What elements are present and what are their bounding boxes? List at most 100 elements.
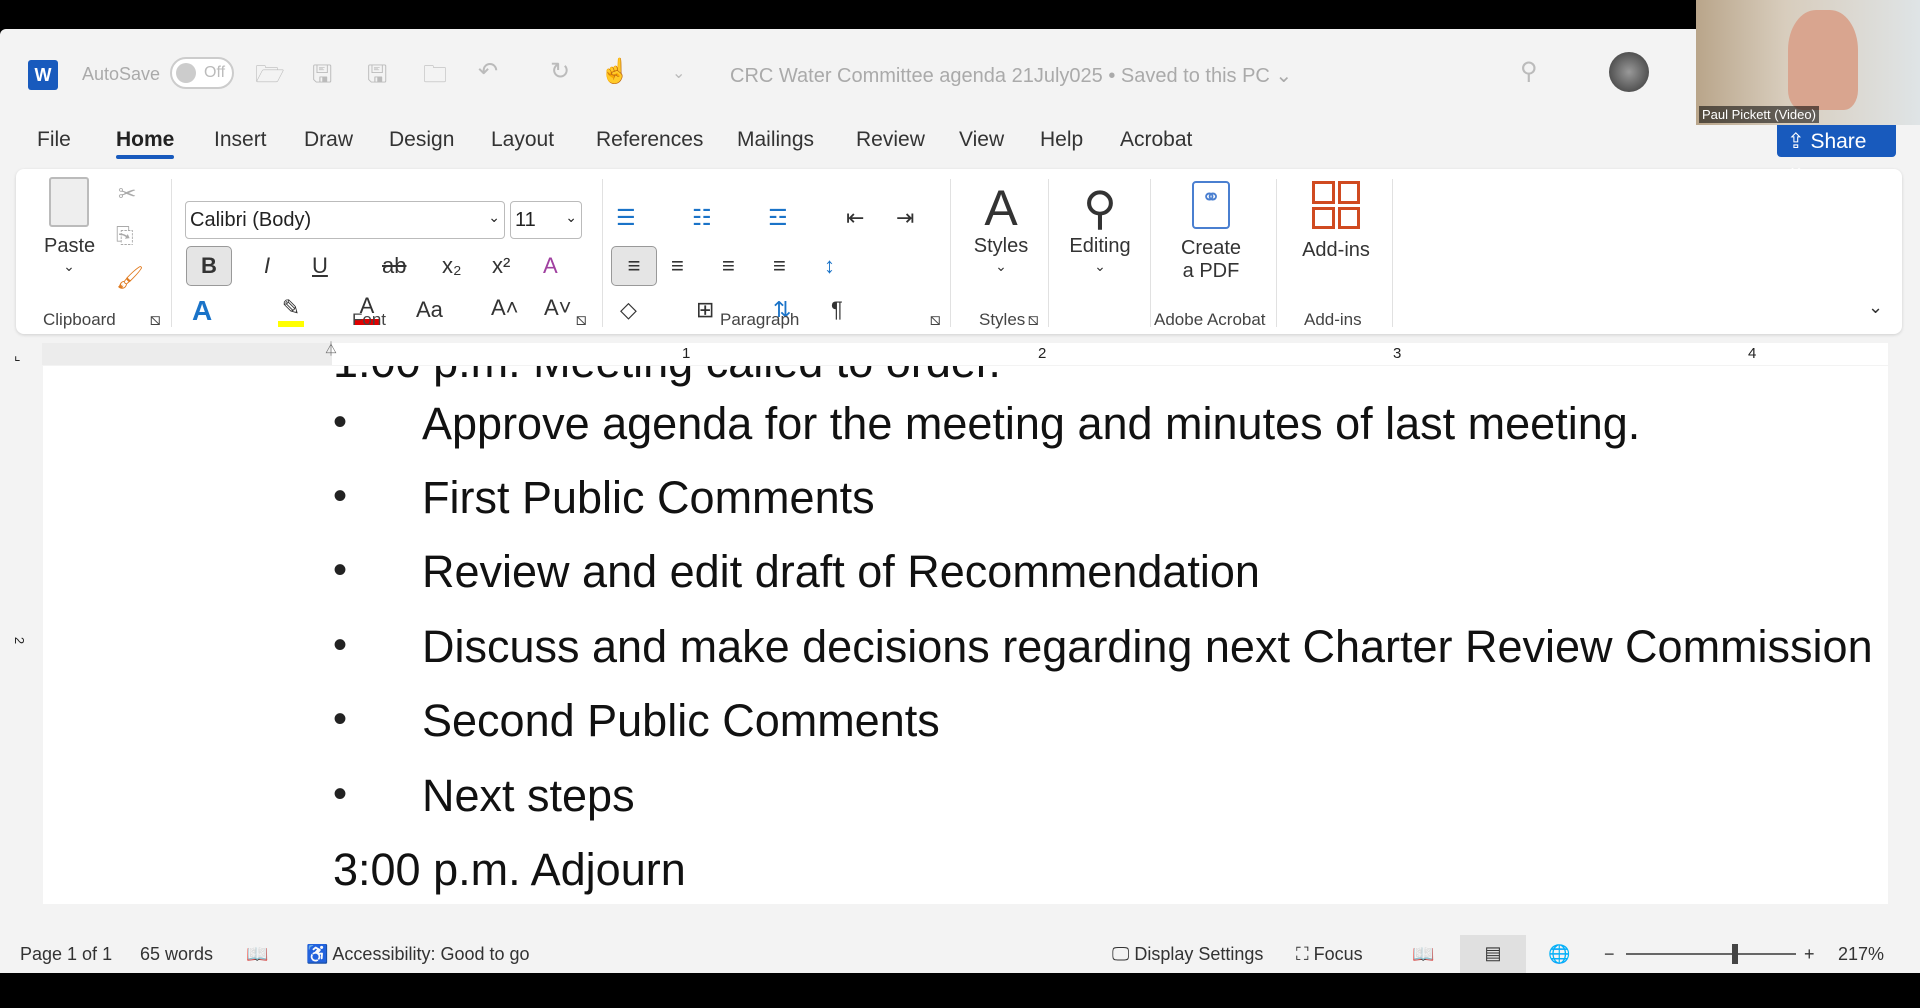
web-layout-icon[interactable]: 🌐 — [1548, 944, 1570, 965]
autosave-toggle[interactable]: Off — [170, 57, 234, 89]
show-formatting-icon[interactable]: ¶ — [831, 297, 843, 323]
status-bar: Page 1 of 1 65 words 📖 ♿ Accessibility: … — [0, 935, 1920, 973]
folder-icon[interactable]: 🗀 — [423, 57, 447, 98]
doc-line-start: 1:00 p.m. Meeting called to order. — [333, 366, 1001, 388]
line-spacing-icon[interactable]: ↕ — [824, 253, 835, 279]
ruler-number: 4 — [1748, 345, 1757, 362]
ruler-number: 2 — [1038, 345, 1047, 362]
document-title[interactable]: CRC Water Committee agenda 21July025 • S… — [730, 63, 1292, 88]
bold-button[interactable]: B — [186, 246, 232, 286]
styles-button[interactable]: A Styles ⌄ — [966, 181, 1036, 275]
zoom-level[interactable]: 217% — [1838, 944, 1884, 965]
change-case-button[interactable]: Aa — [416, 297, 443, 323]
font-size-select[interactable]: 11 ⌄ — [510, 201, 582, 239]
tab-design[interactable]: Design — [389, 128, 454, 152]
search-icon[interactable]: ⚲ — [1520, 57, 1538, 86]
display-settings-button[interactable]: 🖵 Display Settings — [1112, 944, 1263, 965]
tab-help[interactable]: Help — [1040, 128, 1083, 152]
vertical-ruler[interactable]: 2 — [0, 365, 42, 905]
divider — [1150, 179, 1151, 327]
add-ins-button[interactable]: Add-ins — [1291, 181, 1381, 262]
increase-indent-icon[interactable]: ⇥ — [896, 205, 914, 231]
paragraph-group-label: Paragraph — [720, 310, 800, 329]
styles-label: Styles — [973, 235, 1029, 257]
cut-icon[interactable]: ✂ — [118, 181, 136, 207]
tab-selector[interactable]: ⌞ — [14, 347, 21, 364]
word-count[interactable]: 65 words — [140, 944, 213, 965]
tab-insert[interactable]: Insert — [214, 128, 267, 152]
multilevel-list-icon[interactable]: ☲ — [768, 205, 788, 231]
touch-mode-icon[interactable]: ☝ — [600, 57, 630, 86]
customize-qat-icon[interactable]: ⌄ — [672, 63, 685, 83]
save-as-icon[interactable]: 🖫 — [312, 57, 332, 98]
zoom-slider[interactable] — [1626, 944, 1796, 964]
ruler-number: 1 — [682, 345, 691, 362]
copy-icon[interactable]: ⎘ — [116, 223, 134, 249]
tab-view[interactable]: View — [959, 128, 1004, 152]
grow-font-button[interactable]: A˄ — [491, 295, 519, 321]
save-icon[interactable]: 🖫 — [367, 57, 387, 98]
paste-button[interactable]: Paste ⌄ — [44, 177, 95, 275]
page-count[interactable]: Page 1 of 1 — [20, 944, 112, 965]
styles-icon: A — [984, 180, 1018, 236]
subscript-button[interactable]: x₂ — [442, 253, 462, 279]
tab-file[interactable]: File — [37, 128, 71, 152]
proofing-icon[interactable]: 📖 — [246, 944, 268, 965]
agenda-item: Approve agenda for the meeting and minut… — [422, 398, 1641, 449]
divider — [171, 179, 172, 327]
tab-home[interactable]: Home — [116, 128, 175, 159]
clear-formatting-icon[interactable]: A — [543, 253, 558, 279]
agenda-item: Review and edit draft of Recommendation — [422, 546, 1260, 597]
align-right-button[interactable]: ≡ — [722, 253, 735, 279]
zoom-in-button[interactable]: + — [1804, 944, 1815, 965]
tab-acrobat[interactable]: Acrobat — [1120, 128, 1192, 152]
underline-button[interactable]: U — [312, 253, 328, 279]
styles-launcher-icon[interactable]: ⧅ — [1028, 310, 1039, 330]
share-button[interactable]: ⇪ Share ⌄ — [1777, 125, 1896, 178]
indent-marker-icon[interactable]: ⏃ — [324, 339, 338, 359]
zoom-slider-thumb[interactable] — [1732, 944, 1738, 964]
toggle-knob — [176, 63, 196, 83]
justify-button[interactable]: ≡ — [773, 253, 786, 279]
text-effects-icon[interactable]: A — [192, 295, 212, 327]
tab-draw[interactable]: Draw — [304, 128, 353, 152]
collapse-ribbon-icon[interactable]: ⌄ — [1868, 297, 1883, 318]
borders-icon[interactable]: ⊞ — [696, 297, 714, 323]
bullets-icon[interactable]: ☰ — [616, 205, 636, 231]
highlight-icon[interactable]: ✎ — [278, 295, 304, 327]
shading-icon[interactable]: ◇ — [620, 297, 637, 323]
tab-layout[interactable]: Layout — [491, 128, 554, 152]
clipboard-launcher-icon[interactable]: ⧅ — [150, 310, 161, 330]
accessibility-status[interactable]: ♿ Accessibility: Good to go — [306, 944, 530, 965]
align-center-button[interactable]: ≡ — [671, 253, 684, 279]
divider — [1276, 179, 1277, 327]
align-left-button[interactable]: ≡ — [611, 246, 657, 286]
shrink-font-button[interactable]: A˅ — [544, 295, 572, 321]
decrease-indent-icon[interactable]: ⇤ — [846, 205, 864, 231]
italic-button[interactable]: I — [264, 253, 270, 279]
numbering-icon[interactable]: ☷ — [692, 205, 712, 231]
bullet: • — [333, 623, 348, 667]
tab-references[interactable]: References — [596, 128, 703, 152]
read-mode-icon[interactable]: 📖 — [1412, 944, 1434, 965]
avatar[interactable] — [1609, 52, 1649, 92]
print-layout-icon[interactable]: ▤ — [1460, 935, 1526, 973]
undo-icon[interactable]: ↶ — [478, 57, 498, 86]
zoom-out-button[interactable]: − — [1604, 944, 1615, 965]
format-painter-icon[interactable]: 🖌 — [116, 265, 144, 291]
superscript-button[interactable]: x² — [492, 253, 510, 279]
redo-icon[interactable]: ↻ — [550, 57, 570, 86]
document-page[interactable]: 1:00 p.m. Meeting called to order. • App… — [43, 366, 1888, 904]
tab-mailings[interactable]: Mailings — [737, 128, 814, 152]
word-logo-icon: W — [28, 60, 58, 90]
open-folder-icon[interactable]: 🗁 — [255, 57, 285, 98]
create-pdf-button[interactable]: ⚭ Create a PDF — [1166, 181, 1256, 283]
font-launcher-icon[interactable]: ⧅ — [576, 310, 587, 330]
font-name-select[interactable]: Calibri (Body) ⌄ — [185, 201, 505, 239]
focus-button[interactable]: ⛶ Focus — [1296, 944, 1363, 965]
editing-button[interactable]: ⚲ Editing ⌄ — [1060, 181, 1140, 275]
horizontal-ruler[interactable]: ⏃ 1 2 3 4 — [42, 341, 1888, 365]
tab-review[interactable]: Review — [856, 128, 925, 152]
paragraph-launcher-icon[interactable]: ⧅ — [930, 310, 941, 330]
strikethrough-button[interactable]: ab — [382, 253, 406, 279]
